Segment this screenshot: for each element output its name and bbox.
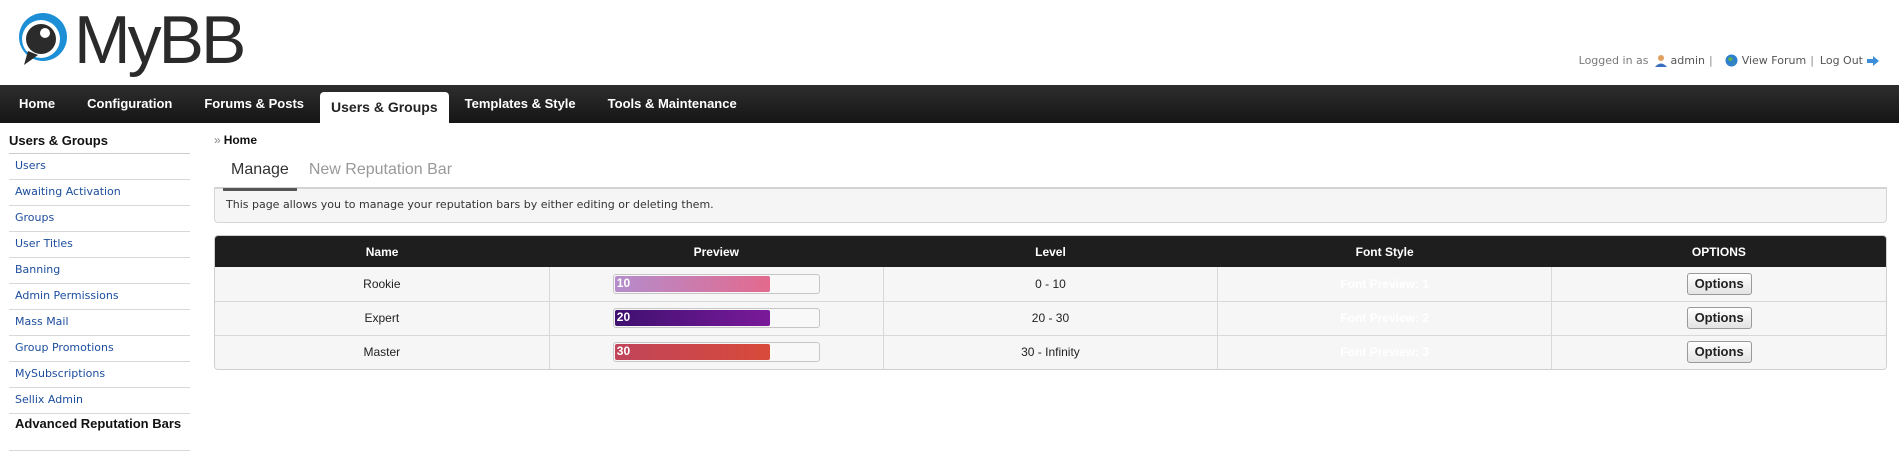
row-preview: 20 (549, 301, 884, 336)
menu-templates-style[interactable]: Templates & Style (449, 85, 592, 123)
row-options: Options (1551, 335, 1886, 369)
reputation-bars-table: Name Preview Level Font Style OPTIONS Ro… (214, 235, 1887, 370)
row-font-style: Font Preview: 2 (1217, 301, 1553, 336)
sidebar-item-user-titles[interactable]: User Titles (9, 232, 190, 258)
sidebar-item-awaiting-activation[interactable]: Awaiting Activation (9, 180, 190, 206)
column-header-options: OPTIONS (1551, 236, 1886, 267)
breadcrumb-current[interactable]: Home (224, 133, 257, 147)
reputation-bar-value: 10 (616, 275, 631, 290)
tab-new-reputation-bar[interactable]: New Reputation Bar (301, 159, 460, 189)
row-options: Options (1551, 267, 1886, 302)
row-font-style: Font Preview: 3 (1217, 335, 1553, 369)
sidebar: Users & Groups Users Awaiting Activation… (9, 133, 190, 451)
globe-icon (1725, 54, 1738, 67)
reputation-bar-fill (614, 310, 770, 326)
font-preview: Font Preview: 2 (1340, 311, 1429, 325)
main-content: » Home Manage New Reputation Bar This pag… (214, 133, 1887, 370)
reputation-bar-value: 20 (616, 310, 631, 324)
sidebar-item-admin-permissions[interactable]: Admin Permissions (9, 284, 190, 310)
sidebar-title: Users & Groups (9, 133, 190, 154)
reputation-bar-preview: 20 (612, 308, 820, 328)
sidebar-item-advanced-reputation-bars[interactable]: Advanced Reputation Bars (9, 414, 190, 451)
options-button[interactable]: Options (1686, 341, 1752, 364)
menu-configuration[interactable]: Configuration (71, 85, 188, 123)
reputation-bar-preview: 30 (612, 342, 820, 363)
reputation-bar-fill (614, 275, 770, 292)
tab-bar: Manage New Reputation Bar (214, 159, 1887, 191)
options-button[interactable]: Options (1686, 307, 1752, 329)
reputation-bar-value: 30 (616, 344, 631, 359)
menu-tools-maintenance[interactable]: Tools & Maintenance (592, 85, 753, 123)
logo[interactable]: MyBB (14, 2, 246, 78)
table-row: Expert 20 20 - 30 Font Preview: 2 Option… (215, 301, 1886, 336)
menu-users-groups[interactable]: Users & Groups (320, 92, 449, 123)
log-out-link[interactable]: Log Out (1820, 54, 1863, 67)
reputation-bar-preview: 10 (612, 273, 820, 294)
row-level: 20 - 30 (883, 301, 1219, 336)
sidebar-item-mass-mail[interactable]: Mass Mail (9, 310, 190, 336)
separator: | (1810, 54, 1814, 67)
username-link[interactable]: admin (1671, 54, 1705, 67)
font-preview: Font Preview: 3 (1340, 345, 1429, 360)
font-preview: Font Preview: 1 (1340, 276, 1429, 291)
main-menu: Home Configuration Forums & Posts Users … (0, 85, 1899, 123)
breadcrumb-separator: » (214, 133, 221, 147)
column-header-name: Name (215, 236, 550, 267)
table-row: Master 30 30 - Infinity Font Preview: 3 … (215, 335, 1886, 369)
column-header-level: Level (883, 236, 1218, 267)
mybb-logo-icon (19, 13, 67, 65)
table-row: Rookie 10 0 - 10 Font Preview: 1 Options (215, 267, 1886, 302)
sidebar-item-groups[interactable]: Groups (9, 206, 190, 232)
menu-forums-posts[interactable]: Forums & Posts (188, 85, 320, 123)
column-header-font-style: Font Style (1217, 236, 1552, 267)
tab-manage[interactable]: Manage (223, 159, 297, 191)
sidebar-item-banning[interactable]: Banning (9, 258, 190, 284)
sidebar-item-sellix-admin[interactable]: Sellix Admin (9, 388, 190, 414)
row-options: Options (1551, 301, 1886, 336)
logo-text: MyBB (74, 2, 246, 78)
logged-in-label: Logged in as (1578, 54, 1649, 67)
row-preview: 30 (549, 335, 884, 369)
row-font-style: Font Preview: 1 (1217, 267, 1553, 302)
view-forum-link[interactable]: View Forum (1742, 54, 1806, 67)
row-preview: 10 (549, 267, 884, 302)
separator: | (1708, 54, 1713, 67)
breadcrumb: » Home (214, 133, 1887, 147)
column-header-preview: Preview (549, 236, 884, 267)
reputation-bar-fill (614, 344, 770, 361)
header: MyBB Logged in as admin | View Forum | L… (0, 0, 1899, 85)
row-name: Rookie (215, 267, 550, 302)
row-level: 30 - Infinity (883, 335, 1219, 369)
logout-arrow-icon (1867, 55, 1879, 66)
menu-home[interactable]: Home (3, 85, 71, 123)
row-name: Master (215, 335, 550, 369)
welcome-bar: Logged in as admin | View Forum | Log Ou… (1579, 54, 1883, 67)
row-level: 0 - 10 (883, 267, 1219, 302)
user-icon (1654, 55, 1667, 67)
row-name: Expert (215, 301, 550, 336)
options-button[interactable]: Options (1686, 272, 1752, 295)
sidebar-item-mysubscriptions[interactable]: MySubscriptions (9, 362, 190, 388)
page-description: This page allows you to manage your repu… (214, 189, 1887, 223)
sidebar-item-users[interactable]: Users (9, 154, 190, 180)
sidebar-item-group-promotions[interactable]: Group Promotions (9, 336, 190, 362)
